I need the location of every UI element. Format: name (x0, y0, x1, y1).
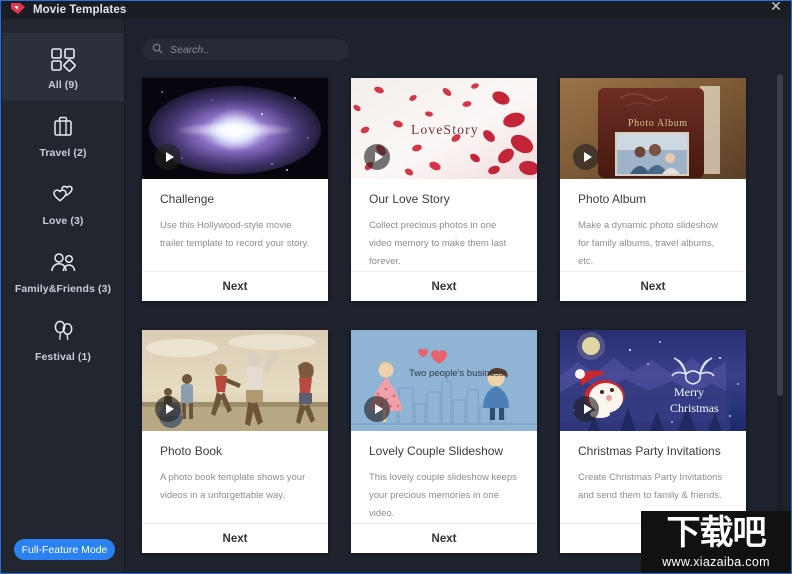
thumbnail-text: Photo Album (628, 118, 688, 129)
search-bar[interactable] (142, 39, 349, 60)
next-button[interactable]: Next (560, 271, 746, 301)
shield-logo-icon (9, 2, 26, 18)
thumbnail-text-line2: Christmas (670, 401, 719, 415)
play-icon[interactable] (573, 144, 599, 170)
full-feature-mode-button[interactable]: Full-Feature Mode (14, 539, 115, 560)
template-card[interactable]: Challenge Use this Hollywood-style movie… (142, 78, 328, 301)
close-icon[interactable]: ✕ (768, 1, 784, 14)
template-description: A photo book template shows your videos … (160, 472, 306, 501)
balloons-icon (46, 316, 80, 346)
people-icon (46, 248, 80, 278)
sidebar-item-all-label: All (9) (48, 79, 78, 91)
sidebar-item-festival-label: Festival (1) (35, 351, 91, 363)
sidebar-item-family-friends-label: Family&Friends (3) (15, 283, 111, 295)
template-title: Our Love Story (369, 192, 450, 206)
two-hearts-icon (46, 180, 80, 210)
sidebar-item-love-label: Love (3) (42, 215, 83, 227)
play-icon[interactable] (155, 144, 181, 170)
template-thumbnail[interactable] (142, 78, 328, 179)
sidebar-label-text: All (48, 78, 62, 91)
template-title: Christmas Party Invitations (578, 444, 721, 458)
next-button[interactable]: Next (142, 523, 328, 553)
template-description: Create Christmas Party Invitations and s… (578, 472, 723, 501)
template-body: Christmas Party Invitations Create Chris… (560, 431, 746, 523)
next-button[interactable]: Next (560, 523, 746, 553)
sidebar-label-text: Family&Friends (14, 282, 96, 295)
template-title: Photo Album (578, 192, 647, 206)
window-title: Movie Templates (33, 4, 127, 16)
sidebar-item-travel[interactable]: Travel (2) (2, 101, 124, 169)
template-thumbnail[interactable]: Merry Christmas (560, 330, 746, 431)
sidebar-label-count: (1) (77, 350, 92, 363)
vertical-scrollbar-track[interactable] (777, 74, 783, 573)
template-body: Challenge Use this Hollywood-style movie… (142, 179, 328, 271)
suitcase-icon (46, 112, 80, 142)
main-panel: Challenge Use this Hollywood-style movie… (125, 19, 791, 573)
template-thumbnail[interactable]: Photo Album (560, 78, 746, 179)
sidebar: All (9) Travel (2) Love (3) Family&Frien… (2, 19, 125, 573)
template-description: Collect precious photos in one video mem… (369, 220, 507, 267)
template-body: Lovely Couple Slideshow This lovely coup… (351, 431, 537, 523)
sidebar-item-travel-label: Travel (2) (39, 147, 86, 159)
sidebar-item-love[interactable]: Love (3) (2, 169, 124, 237)
sidebar-item-family-friends[interactable]: Family&Friends (3) (2, 237, 124, 305)
play-icon[interactable] (155, 396, 181, 422)
template-description: Use this Hollywood-style movie trailer t… (160, 220, 310, 249)
next-button[interactable]: Next (351, 523, 537, 553)
template-card[interactable]: Two people's business Lovely Couple Slid… (351, 330, 537, 553)
template-card[interactable]: LoveStory Our Love Story Collect preciou… (351, 78, 537, 301)
grid-squares-icon (46, 44, 80, 74)
next-button[interactable]: Next (351, 271, 537, 301)
thumbnail-text: LoveStory (411, 122, 479, 137)
template-body: Photo Book A photo book template shows y… (142, 431, 328, 523)
search-input[interactable] (170, 43, 339, 56)
template-card[interactable]: Photo Book A photo book template shows y… (142, 330, 328, 553)
template-thumbnail[interactable] (142, 330, 328, 431)
vertical-scrollbar-thumb[interactable] (777, 74, 783, 396)
thumbnail-text: Two people's business (409, 368, 505, 379)
template-title: Lovely Couple Slideshow (369, 444, 504, 458)
play-icon[interactable] (364, 396, 390, 422)
template-grid: Challenge Use this Hollywood-style movie… (142, 78, 772, 553)
template-card[interactable]: Merry Christmas Christmas Party Invitati… (560, 330, 746, 553)
sidebar-label-count: (3) (98, 282, 112, 295)
sidebar-label-text: Love (42, 214, 68, 227)
template-body: Our Love Story Collect precious photos i… (351, 179, 537, 271)
sidebar-label-count: (9) (64, 78, 78, 91)
template-body: Photo Album Make a dynamic photo slidesh… (560, 179, 746, 271)
play-icon[interactable] (573, 396, 599, 422)
title-bar: Movie Templates ✕ (1, 1, 791, 19)
template-thumbnail[interactable]: LoveStory (351, 78, 537, 179)
sidebar-item-all[interactable]: All (9) (2, 33, 124, 101)
template-description: This lovely couple slideshow keeps your … (369, 472, 517, 519)
sidebar-label-count: (2) (73, 146, 87, 159)
play-icon[interactable] (364, 144, 390, 170)
template-card[interactable]: Photo Album Photo Album Make a dynamic p… (560, 78, 746, 301)
template-title: Challenge (160, 192, 215, 206)
template-thumbnail[interactable]: Two people's business (351, 330, 537, 431)
sidebar-label-text: Festival (34, 350, 75, 363)
sidebar-label-text: Travel (39, 146, 71, 159)
template-description: Make a dynamic photo slideshow for famil… (578, 220, 718, 267)
search-icon (152, 41, 163, 59)
movie-templates-window: Movie Templates ✕ All (9) Travel (2) Lov… (0, 0, 792, 574)
sidebar-label-count: (3) (70, 214, 84, 227)
template-title: Photo Book (160, 444, 223, 458)
sidebar-item-festival[interactable]: Festival (1) (2, 305, 124, 373)
thumbnail-text-line1: Merry (674, 385, 704, 399)
next-button[interactable]: Next (142, 271, 328, 301)
